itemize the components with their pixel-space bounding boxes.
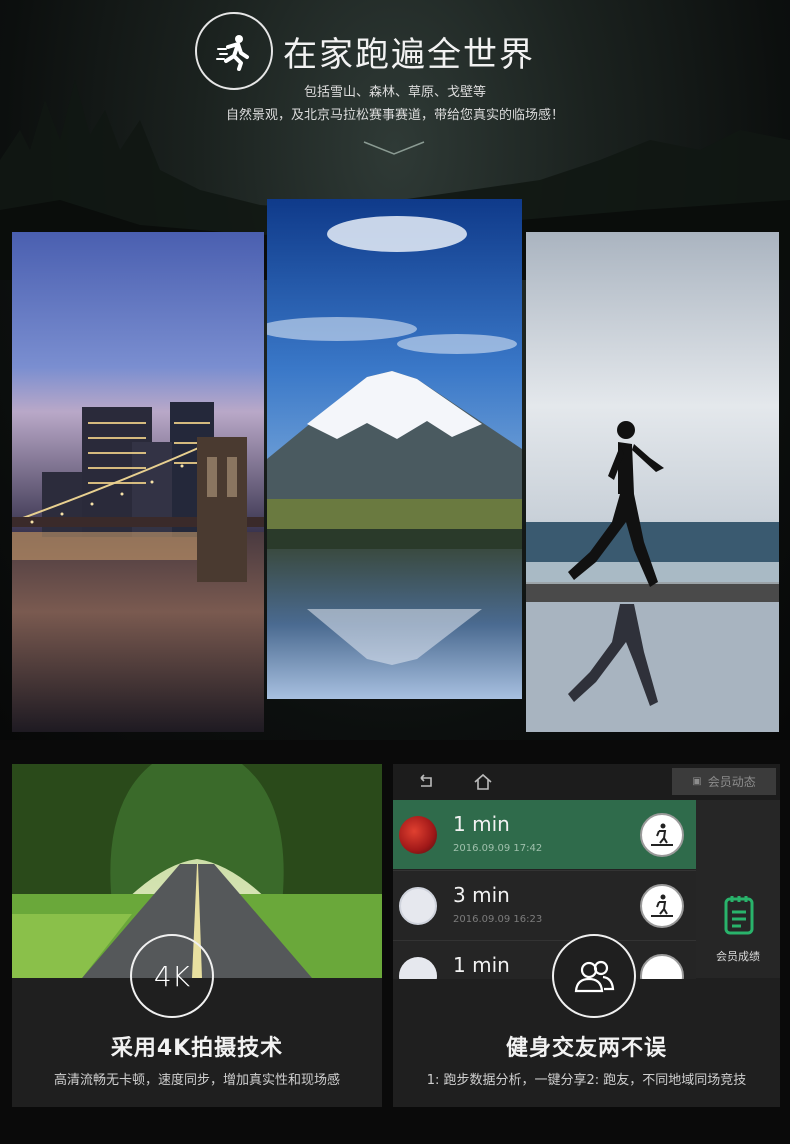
avatar: [399, 887, 437, 925]
run-date: 2016.09.09 16:23: [453, 914, 543, 925]
subtitle-line-2: 自然景观，及北京马拉松赛事赛道，带给您真实的临场感！: [225, 108, 564, 123]
subtitle-line-1: 包括雪山、森林、草原、戈壁等: [303, 85, 486, 100]
snow-mountain-image: [267, 199, 522, 699]
people-icon: [574, 960, 615, 993]
beach-runner-image: [526, 232, 779, 732]
4k-badge: 4K: [130, 934, 214, 1018]
run-duration: 3 min: [453, 883, 510, 907]
run-duration: 1 min: [453, 812, 510, 836]
member-results-label: 会员成绩: [716, 950, 760, 963]
feature-social-desc: 1: 跑步数据分析，一键分享2: 跑友，不同地域同场竞技: [426, 1073, 747, 1088]
run-duration: 1 min: [453, 953, 510, 977]
avatar: [399, 816, 437, 854]
app-toolbar: ▣ 会员动态: [393, 764, 780, 800]
treadmill-icon: [640, 954, 684, 979]
list-item[interactable]: 1 min 2016.09.09 17:42: [393, 800, 696, 869]
list-item[interactable]: 1 min: [393, 940, 696, 979]
member-results-panel[interactable]: 会员成绩: [696, 800, 780, 978]
avatar: [399, 957, 437, 979]
member-activity-label: 会员动态: [707, 775, 756, 789]
hero-background: 在家跑遍全世界 包括雪山、森林、草原、戈壁等 自然景观，及北京马拉松赛事赛道，带…: [0, 0, 790, 740]
feature-4k-title: 采用4K拍摄技术: [110, 1036, 284, 1061]
chevron-down-icon: [363, 141, 425, 155]
notepad-icon: [724, 896, 754, 935]
list-item[interactable]: 3 min 2016.09.09 16:23: [393, 870, 696, 940]
city-bridge-image: [12, 232, 264, 732]
treadmill-icon: [640, 884, 684, 928]
treadmill-icon: [640, 813, 684, 857]
page-title: 在家跑遍全世界: [283, 34, 535, 75]
back-icon[interactable]: [417, 774, 435, 790]
runner-icon: [195, 12, 273, 90]
people-badge: [552, 934, 636, 1018]
feature-4k-desc: 高清流畅无卡顿，速度同步，增加真实性和现场感: [53, 1073, 340, 1088]
member-icon: ▣: [692, 776, 702, 787]
home-icon[interactable]: [473, 773, 493, 791]
header-title-group: 在家跑遍全世界: [195, 12, 535, 90]
run-date: 2016.09.09 17:42: [453, 843, 543, 854]
feature-card-social: ▣ 会员动态 1 min 2016.09.09 17:42 3 min 2016…: [393, 764, 780, 1107]
member-activity-button[interactable]: ▣ 会员动态: [672, 768, 776, 795]
feature-card-4k: 4K 采用4K拍摄技术 高清流畅无卡顿，速度同步，增加真实性和现场感: [12, 764, 382, 1107]
4k-badge-label: 4K: [153, 959, 191, 993]
feature-social-title: 健身交友两不误: [505, 1036, 667, 1061]
